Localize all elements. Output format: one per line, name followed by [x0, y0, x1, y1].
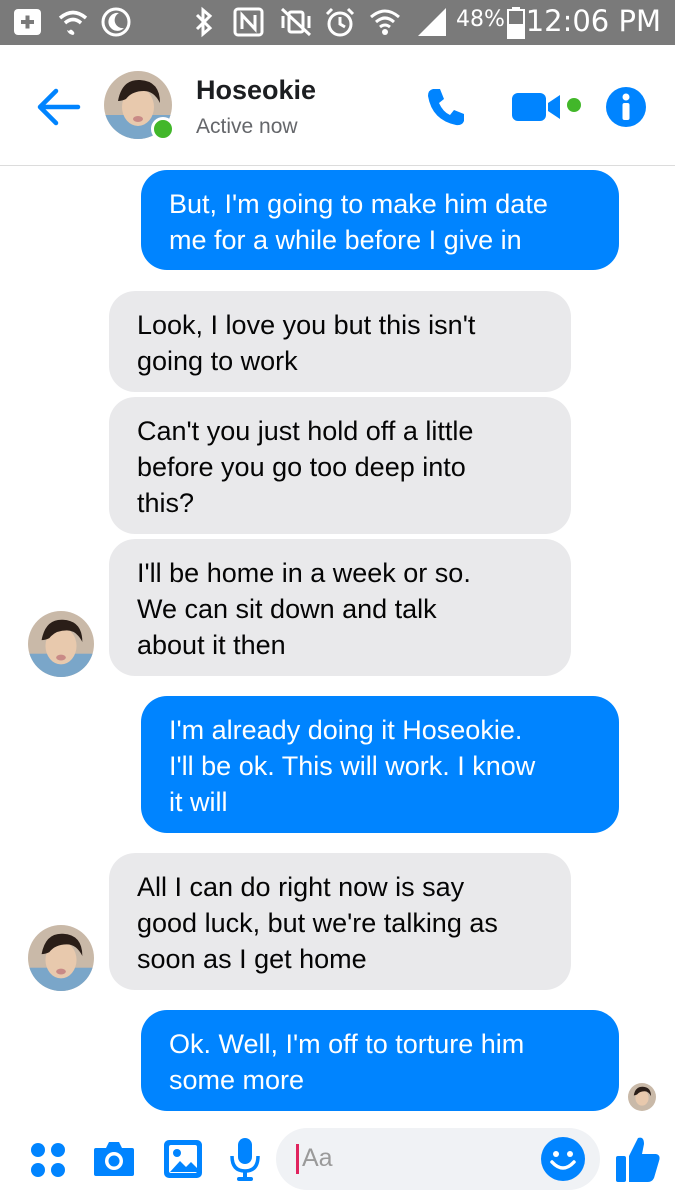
wifi-calling-icon [58, 10, 88, 35]
emoji-icon[interactable] [540, 1136, 586, 1182]
do-not-disturb-icon [101, 7, 131, 37]
outgoing-message[interactable]: Ok. Well, I'm off to torture him some mo… [141, 1010, 619, 1111]
camera-icon[interactable] [92, 1138, 136, 1180]
bluetooth-icon [195, 6, 213, 38]
vibrate-mute-icon [280, 7, 312, 37]
phone-icon[interactable] [424, 85, 468, 129]
contact-avatar[interactable] [104, 71, 175, 141]
conversation-header: Hoseokie Active now [0, 45, 675, 166]
outgoing-message[interactable]: But, I'm going to make him date me for a… [141, 170, 619, 270]
gallery-icon[interactable] [162, 1138, 204, 1180]
text-caret [296, 1144, 299, 1174]
info-icon[interactable] [604, 85, 648, 129]
battery-icon [507, 7, 525, 39]
signal-icon [418, 8, 446, 36]
message-composer: Aa [0, 1116, 675, 1200]
incoming-message[interactable]: Look, I love you but this isn't going to… [109, 291, 571, 392]
outgoing-message[interactable]: I'm already doing it Hoseokie. I'll be o… [141, 696, 619, 833]
more-options-icon[interactable] [28, 1140, 68, 1180]
back-arrow-icon[interactable] [34, 85, 82, 129]
incoming-message[interactable]: All I can do right now is say good luck,… [109, 853, 571, 990]
battery-percentage: 48% [456, 7, 505, 32]
thumbs-up-icon[interactable] [614, 1134, 662, 1184]
add-icon [14, 9, 41, 35]
wifi-icon [370, 9, 400, 35]
incoming-message[interactable]: I'll be home in a week or so. We can sit… [109, 539, 571, 676]
alarm-icon [325, 7, 355, 37]
contact-name[interactable]: Hoseokie [196, 75, 316, 106]
microphone-icon[interactable] [228, 1136, 262, 1182]
avatar[interactable] [28, 925, 94, 991]
message-input-placeholder: Aa [302, 1144, 333, 1172]
avatar[interactable] [28, 611, 94, 677]
online-indicator [151, 117, 175, 141]
seen-indicator-avatar [628, 1083, 656, 1111]
nfc-icon [233, 7, 264, 37]
incoming-message[interactable]: Can't you just hold off a little before … [109, 397, 571, 534]
status-bar: 48% 12:06 PM [0, 0, 675, 45]
contact-status: Active now [196, 115, 298, 138]
clock: 12:06 PM [525, 4, 661, 38]
video-camera-icon[interactable] [512, 89, 584, 125]
message-list[interactable]: But, I'm going to make him date me for a… [0, 166, 675, 1116]
message-input[interactable]: Aa [276, 1128, 600, 1190]
